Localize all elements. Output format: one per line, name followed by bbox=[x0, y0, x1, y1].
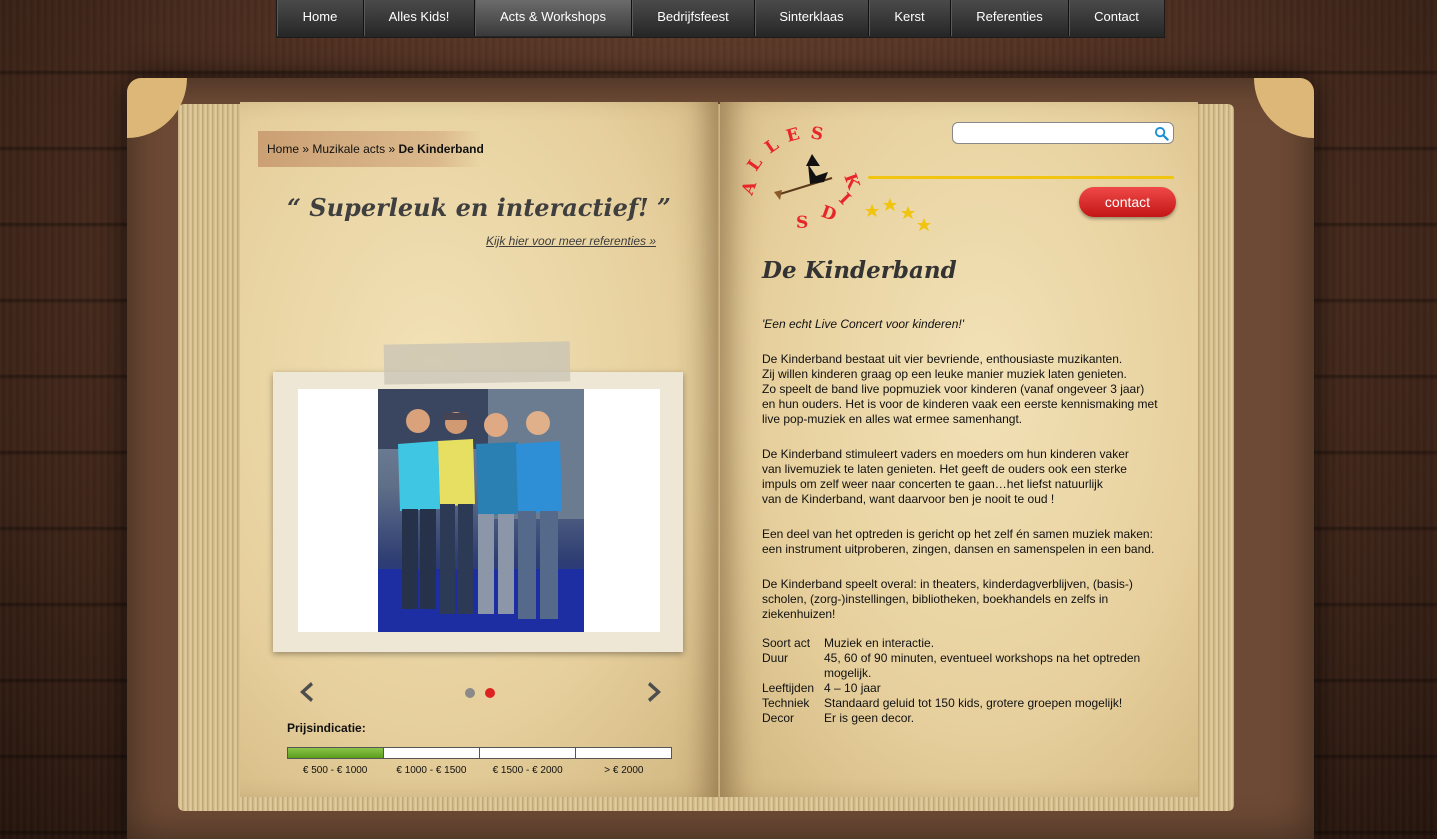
band-photo bbox=[378, 389, 584, 632]
slider-next-arrow[interactable] bbox=[645, 680, 665, 704]
svg-text:L: L bbox=[744, 154, 767, 175]
spec-key: Duur bbox=[762, 651, 789, 665]
search-icon[interactable] bbox=[1154, 126, 1169, 141]
breadcrumb-parent[interactable]: Muzikale acts bbox=[312, 142, 385, 156]
contact-button[interactable]: contact bbox=[1079, 187, 1176, 217]
text-line: ziekenhuizen! bbox=[762, 607, 836, 621]
text-line: live pop-muziek en alles wat ermee samen… bbox=[762, 412, 1023, 426]
page-title: De Kinderband bbox=[762, 257, 957, 284]
slider-prev-arrow[interactable] bbox=[296, 680, 316, 704]
alles-kids-logo[interactable]: A L L E S K I D S bbox=[738, 120, 950, 240]
witch-logo-icon: A L L E S K I D S bbox=[738, 123, 931, 233]
text-line: Een deel van het optreden is gericht op … bbox=[762, 527, 1153, 541]
nav-acts-workshops[interactable]: Acts & Workshops bbox=[475, 0, 632, 36]
act-description: 'Een echt Live Concert voor kinderen!' D… bbox=[762, 317, 1182, 726]
text-line: scholen, (zorg-)instellingen, bibliothek… bbox=[762, 592, 1109, 606]
act-specs: Soort act Muziek en interactie. Duur 45,… bbox=[762, 636, 1182, 726]
text-line: van livemuziek te laten genieten. Het ge… bbox=[762, 462, 1127, 476]
nav-kerst[interactable]: Kerst bbox=[869, 0, 951, 36]
spec-row: Duur 45, 60 of 90 minuten, eventueel wor… bbox=[762, 651, 1182, 681]
text-line: De Kinderband stimuleert vaders en moede… bbox=[762, 447, 1129, 461]
spec-value: Standaard geluid tot 150 kids, grotere g… bbox=[824, 696, 1123, 710]
svg-text:A: A bbox=[740, 178, 761, 199]
price-segment bbox=[576, 748, 671, 758]
svg-text:L: L bbox=[761, 135, 782, 158]
nav-alles-kids[interactable]: Alles Kids! bbox=[364, 0, 475, 36]
price-range-labels: € 500 - € 1000 € 1000 - € 1500 € 1500 - … bbox=[287, 765, 672, 776]
intro-text: 'Een echt Live Concert voor kinderen!' bbox=[762, 317, 965, 331]
text-line: De Kinderband bestaat uit vier bevriende… bbox=[762, 352, 1123, 366]
price-range-label: € 1500 - € 2000 bbox=[492, 765, 563, 776]
price-segment bbox=[384, 748, 480, 758]
band-photo-illustration bbox=[378, 389, 584, 632]
search-input[interactable] bbox=[957, 124, 1151, 144]
text-line: Zij willen kinderen graag op een leuke m… bbox=[762, 367, 1127, 381]
paragraph-2: De Kinderband stimuleert vaders en moede… bbox=[762, 447, 1182, 507]
spec-row: Soort act Muziek en interactie. bbox=[762, 636, 1182, 651]
slider-dot-1[interactable] bbox=[465, 688, 475, 698]
price-range-label: € 1000 - € 1500 bbox=[396, 765, 467, 776]
svg-text:S: S bbox=[809, 123, 825, 145]
price-range-label: € 500 - € 1000 bbox=[302, 765, 368, 776]
breadcrumb-separator: » bbox=[302, 142, 310, 156]
arrow-left-icon bbox=[300, 682, 313, 702]
spec-value: Muziek en interactie. bbox=[824, 636, 935, 650]
spec-key: Soort act bbox=[762, 636, 811, 650]
breadcrumb-separator: » bbox=[388, 142, 396, 156]
spec-key: Leeftijden bbox=[762, 681, 815, 695]
spec-row: Leeftijden 4 – 10 jaar bbox=[762, 681, 1182, 696]
svg-text:E: E bbox=[784, 124, 802, 147]
price-indication-bar bbox=[287, 747, 672, 759]
text-line: een instrument uitproberen, zingen, dans… bbox=[762, 542, 1155, 556]
spec-key: Decor bbox=[762, 711, 795, 725]
references-link[interactable]: Kijk hier voor meer referenties » bbox=[486, 234, 656, 248]
nav-home[interactable]: Home bbox=[277, 0, 364, 36]
price-range-label: > € 2000 bbox=[604, 765, 644, 776]
search-box bbox=[952, 122, 1174, 144]
price-segment-selected bbox=[288, 748, 384, 758]
spec-value: 45, 60 of 90 minuten, eventueel workshop… bbox=[824, 651, 1141, 680]
main-nav: Home Alles Kids! Acts & Workshops Bedrij… bbox=[276, 0, 1165, 38]
spec-value: 4 – 10 jaar bbox=[824, 681, 881, 695]
paragraph-3: Een deel van het optreden is gericht op … bbox=[762, 527, 1182, 557]
nav-bedrijfsfeest[interactable]: Bedrijfsfeest bbox=[632, 0, 755, 36]
nav-referenties[interactable]: Referenties bbox=[951, 0, 1069, 36]
spec-row: Decor Er is geen decor. bbox=[762, 711, 1182, 726]
text-line: van de Kinderband, want daarvoor ben je … bbox=[762, 492, 1055, 506]
arrow-right-icon bbox=[648, 682, 661, 702]
text-line: Zo speelt de band live popmuziek voor ki… bbox=[762, 382, 1145, 396]
paragraph-1: De Kinderband bestaat uit vier bevriende… bbox=[762, 352, 1182, 427]
price-indication-title: Prijsindicatie: bbox=[287, 721, 366, 735]
paragraph-4: De Kinderband speelt overal: in theaters… bbox=[762, 577, 1182, 622]
svg-text:K: K bbox=[839, 171, 863, 193]
breadcrumb-current: De Kinderband bbox=[398, 142, 484, 156]
text-line: en hun ouders. Het is voor de kinderen v… bbox=[762, 397, 1158, 411]
spec-value: Er is geen decor. bbox=[824, 711, 915, 725]
logo-underline bbox=[868, 176, 1174, 179]
breadcrumb-home[interactable]: Home bbox=[267, 142, 299, 156]
breadcrumb: Home » Muzikale acts » De Kinderband bbox=[267, 142, 484, 156]
text-line: impuls om zelf weer naar concerten te ga… bbox=[762, 477, 1103, 491]
spec-key: Techniek bbox=[762, 696, 810, 710]
testimonial-quote: “ Superleuk en interactief! ” bbox=[287, 193, 671, 222]
tape-decoration bbox=[383, 341, 571, 385]
svg-text:D: D bbox=[818, 202, 839, 226]
slider-dot-2-active[interactable] bbox=[485, 688, 495, 698]
nav-contact[interactable]: Contact bbox=[1069, 0, 1164, 36]
text-line: De Kinderband speelt overal: in theaters… bbox=[762, 577, 1133, 591]
nav-sinterklaas[interactable]: Sinterklaas bbox=[755, 0, 869, 36]
svg-text:S: S bbox=[796, 213, 808, 233]
spec-row: Techniek Standaard geluid tot 150 kids, … bbox=[762, 696, 1182, 711]
price-segment bbox=[480, 748, 576, 758]
